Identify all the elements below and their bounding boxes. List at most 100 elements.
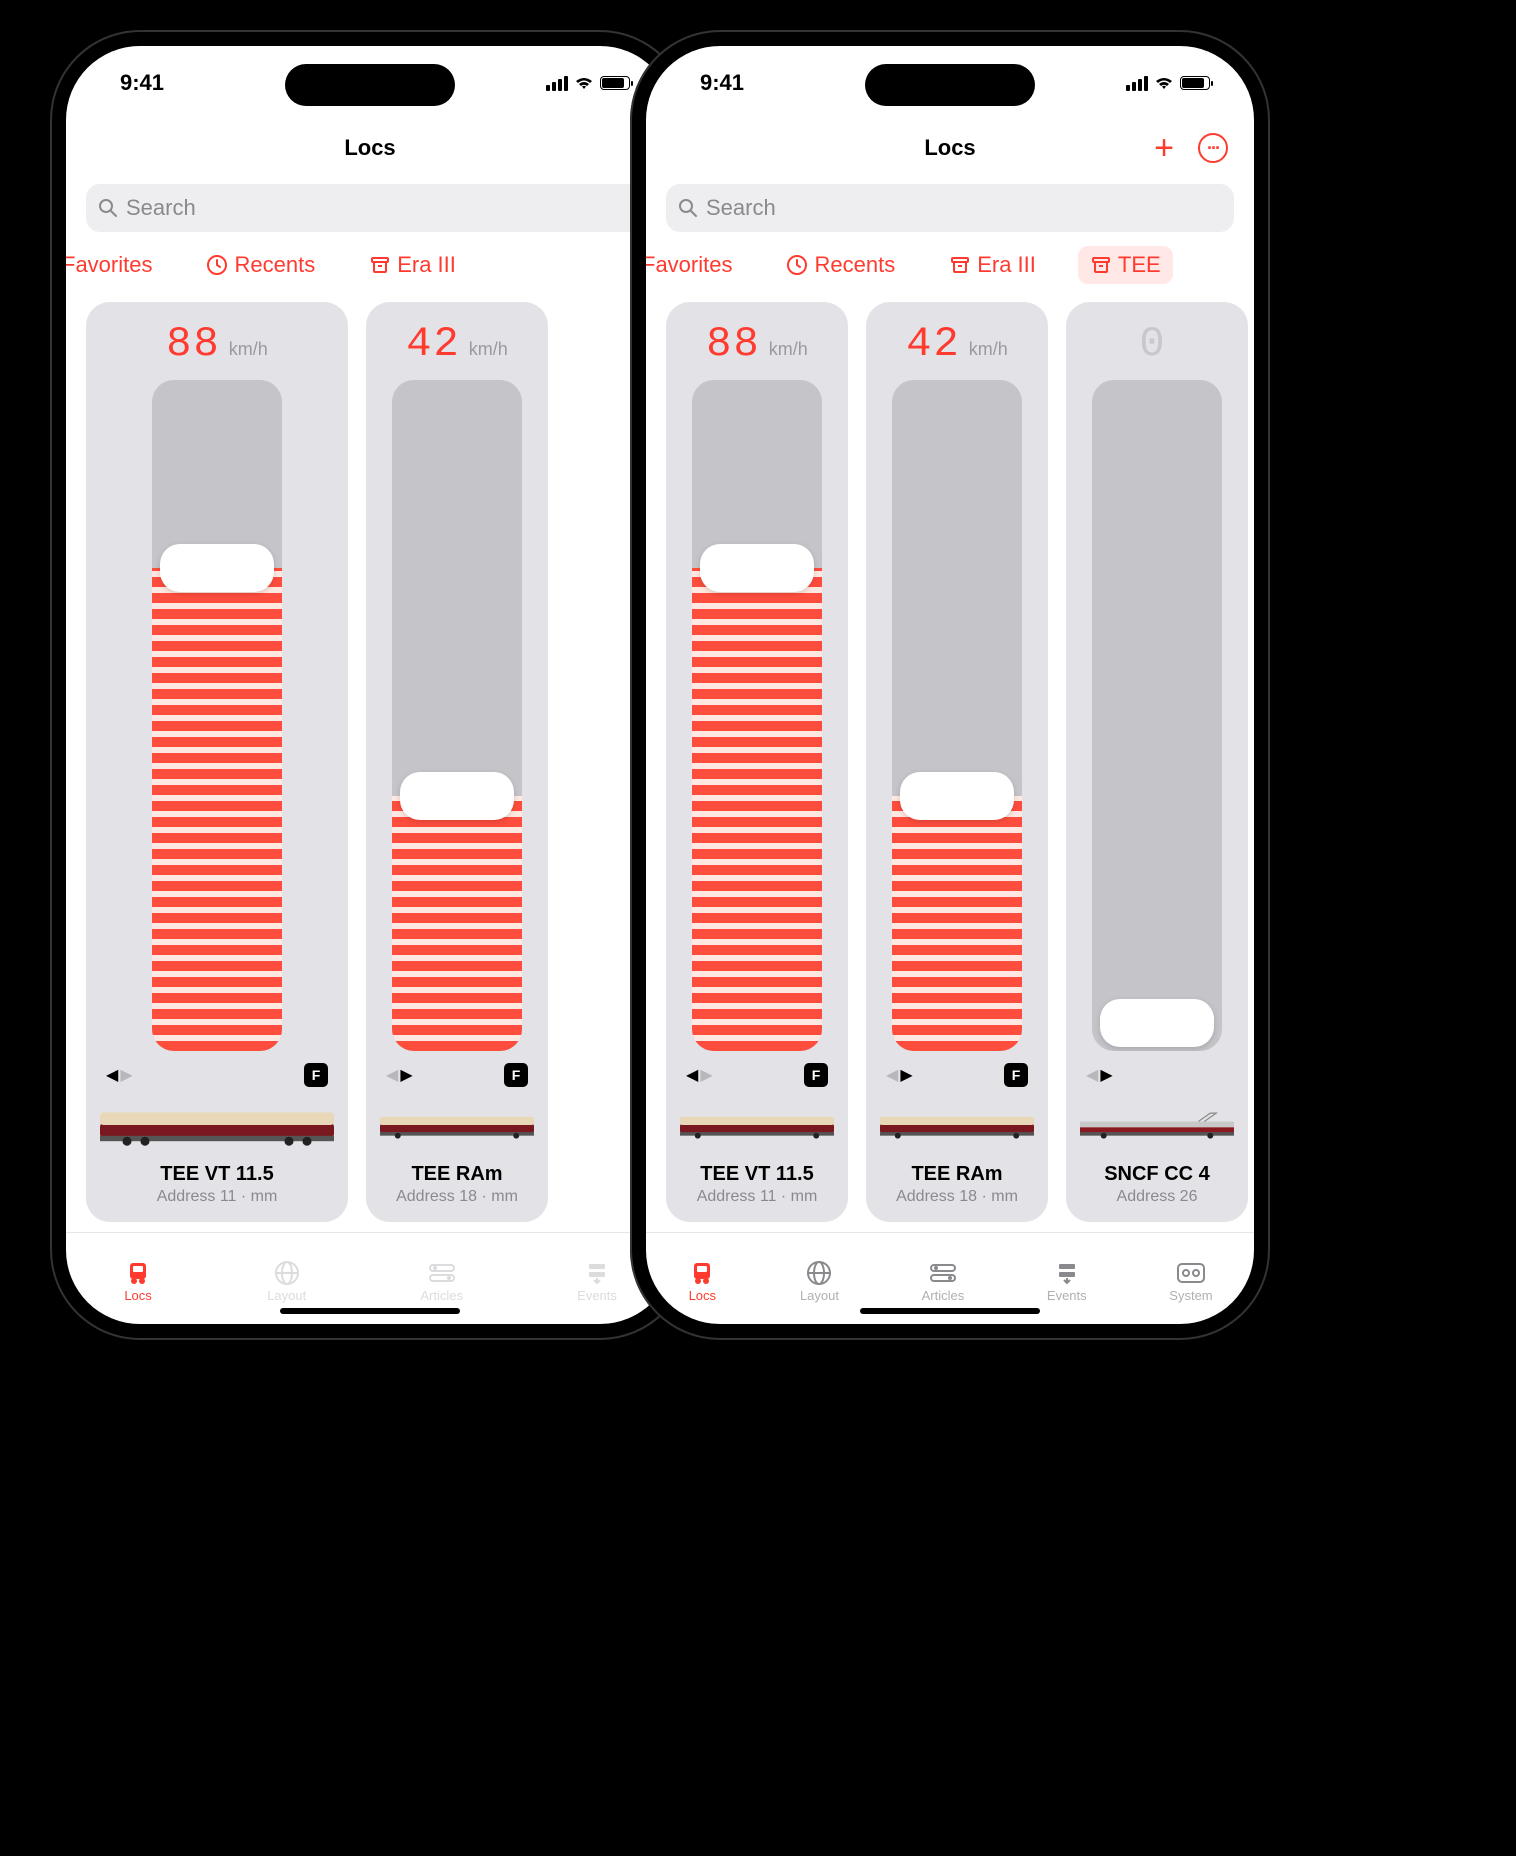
filter-tee[interactable]: TEE [1078, 246, 1173, 284]
switches-icon [928, 1260, 958, 1286]
screen: 9:41 Locs + ··· Favor [646, 46, 1254, 1324]
speed-value: 42 [406, 320, 460, 368]
archive-icon [1090, 254, 1112, 276]
function-button[interactable]: F [804, 1063, 828, 1087]
more-button[interactable]: ··· [1198, 133, 1228, 163]
loco-name: SNCF CC 4 [1080, 1163, 1234, 1186]
search-input[interactable] [706, 195, 1222, 221]
direction-toggle[interactable]: ◀▶ [886, 1065, 913, 1085]
slider-thumb[interactable] [160, 544, 274, 592]
slider-thumb[interactable] [700, 544, 814, 592]
speed-slider[interactable] [692, 380, 822, 1051]
loco-card[interactable]: 42 km/h ◀▶ F [366, 302, 548, 1222]
search-field[interactable] [86, 184, 654, 232]
speed-display: 42 km/h [880, 320, 1034, 362]
tab-events[interactable]: Events [1047, 1260, 1087, 1303]
phone-frame: 9:41 Locs Favorites [50, 30, 690, 1340]
loco-cards: 88 km/h ◀▶ F [646, 302, 1254, 1232]
loco-cards: 88 km/h ◀▶ F [66, 302, 674, 1232]
filter-favorites[interactable]: Favorites [646, 246, 744, 284]
search-input[interactable] [126, 195, 642, 221]
battery-icon [1180, 76, 1210, 90]
page-title: Locs [344, 135, 395, 161]
battery-icon [600, 76, 630, 90]
speed-unit: km/h [229, 339, 268, 360]
loco-card[interactable]: 42 km/h ◀▶ F [866, 302, 1048, 1222]
slider-thumb[interactable] [400, 772, 514, 820]
speed-slider[interactable] [152, 380, 282, 1051]
speed-slider[interactable] [1092, 380, 1222, 1051]
slider-thumb[interactable] [900, 772, 1014, 820]
loco-image [380, 1097, 534, 1153]
switches-icon [427, 1260, 457, 1286]
filter-era3[interactable]: Era III [357, 246, 468, 284]
phone-frame: 9:41 Locs + ··· Favor [630, 30, 1270, 1340]
tab-system[interactable]: System [1169, 1260, 1212, 1303]
clock-icon [206, 254, 228, 276]
system-icon [1176, 1260, 1206, 1286]
nav-bar: Locs [66, 120, 674, 176]
tab-locs[interactable]: Locs [123, 1260, 153, 1303]
cellular-icon [546, 76, 568, 91]
search-field[interactable] [666, 184, 1234, 232]
direction-toggle[interactable]: ◀▶ [106, 1065, 133, 1085]
tab-articles[interactable]: Articles [420, 1260, 463, 1303]
wifi-icon [574, 76, 594, 91]
page-title: Locs [924, 135, 975, 161]
tab-layout[interactable]: Layout [800, 1260, 839, 1303]
speed-slider[interactable] [392, 380, 522, 1051]
loco-subtitle: Address 18 · mm [880, 1188, 1034, 1206]
wifi-icon [1154, 76, 1174, 91]
train-icon [123, 1260, 153, 1286]
add-button[interactable]: + [1154, 131, 1174, 165]
tab-articles[interactable]: Articles [922, 1260, 965, 1303]
filter-recents[interactable]: Recents [194, 246, 327, 284]
direction-toggle[interactable]: ◀▶ [386, 1065, 413, 1085]
archive-icon [369, 254, 391, 276]
speed-display: 42 km/h [380, 320, 534, 362]
loco-card[interactable]: 0 ◀▶ SNCF CC 4 [1066, 302, 1248, 1222]
filter-row: Favorites Recents Era III [66, 246, 674, 302]
loco-subtitle: Address 11 · mm [680, 1188, 834, 1206]
loco-subtitle: Address 18 · mm [380, 1188, 534, 1206]
loco-name: TEE RAm [380, 1163, 534, 1186]
loco-card[interactable]: 88 km/h ◀▶ F [86, 302, 348, 1222]
filter-recents[interactable]: Recents [774, 246, 907, 284]
search-icon [98, 198, 118, 218]
globe-icon [272, 1260, 302, 1286]
loco-image [680, 1097, 834, 1153]
speed-value: 88 [706, 320, 760, 368]
loco-subtitle: Address 11 · mm [100, 1188, 334, 1206]
loco-image [880, 1097, 1034, 1153]
tab-layout[interactable]: Layout [267, 1260, 306, 1303]
slider-thumb[interactable] [1100, 999, 1214, 1047]
home-indicator[interactable] [280, 1308, 460, 1314]
filter-favorites[interactable]: Favorites [66, 246, 164, 284]
nav-bar: Locs + ··· [646, 120, 1254, 176]
loco-card[interactable]: 88 km/h ◀▶ F [666, 302, 848, 1222]
home-indicator[interactable] [860, 1308, 1040, 1314]
status-time: 9:41 [120, 70, 164, 96]
tab-events[interactable]: Events [577, 1260, 617, 1303]
direction-toggle[interactable]: ◀▶ [686, 1065, 713, 1085]
function-button[interactable]: F [504, 1063, 528, 1087]
stack-icon [582, 1260, 612, 1286]
function-button[interactable]: F [304, 1063, 328, 1087]
tab-locs[interactable]: Locs [687, 1260, 717, 1303]
loco-name: TEE VT 11.5 [680, 1163, 834, 1186]
screen: 9:41 Locs Favorites [66, 46, 674, 1324]
speed-value: 88 [166, 320, 220, 368]
archive-icon [949, 254, 971, 276]
dynamic-island [285, 64, 455, 106]
direction-toggle[interactable]: ◀▶ [1086, 1065, 1113, 1085]
function-button[interactable]: F [1004, 1063, 1028, 1087]
loco-image [1080, 1097, 1234, 1153]
speed-display: 0 [1080, 320, 1234, 362]
filter-era3[interactable]: Era III [937, 246, 1048, 284]
cellular-icon [1126, 76, 1148, 91]
filter-row: Favorites Recents Era III TEE [646, 246, 1254, 302]
speed-slider[interactable] [892, 380, 1022, 1051]
loco-image [100, 1097, 334, 1153]
speed-unit: km/h [469, 339, 508, 360]
search-icon [678, 198, 698, 218]
